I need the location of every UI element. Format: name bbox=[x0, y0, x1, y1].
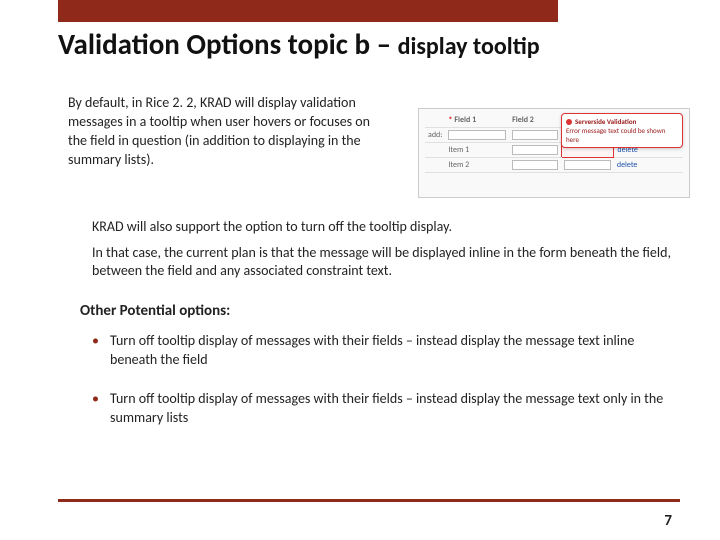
support-paragraph-2: In that case, the current plan is that t… bbox=[92, 244, 672, 280]
table-row-item2: Item 2 delete bbox=[425, 158, 683, 173]
validation-tooltip: Serverside Validation Error message text… bbox=[561, 113, 683, 148]
title-main: Validation Options topic b – bbox=[58, 26, 398, 62]
page-number: 7 bbox=[664, 512, 672, 530]
tooltip-title: Serverside Validation bbox=[575, 117, 636, 126]
options-heading: Other Potential options: bbox=[80, 302, 230, 320]
option-bullet-2: Turn off tooltip display of messages wit… bbox=[92, 390, 670, 428]
option-bullet-1: Turn off tooltip display of messages wit… bbox=[92, 332, 670, 370]
header-accent-bar bbox=[58, 0, 558, 22]
action-delete-2: delete bbox=[614, 158, 683, 173]
col-field2: Field 2 bbox=[509, 113, 561, 128]
tooltip-illustration: Field 1 Field 2 Field 3 Actions add: add… bbox=[418, 108, 690, 198]
footer-rule bbox=[58, 499, 680, 502]
col-field1: Field 1 bbox=[445, 113, 509, 128]
error-dot-icon bbox=[566, 119, 572, 125]
row-label-add: add: bbox=[425, 128, 445, 143]
intro-paragraph: By default, in Rice 2. 2, KRAD will disp… bbox=[68, 94, 386, 170]
cell-item1: Item 1 bbox=[445, 143, 509, 158]
tooltip-message: Error message text could be shown here bbox=[566, 126, 665, 144]
slide-title: Validation Options topic b – display too… bbox=[58, 26, 690, 62]
cell-item2: Item 2 bbox=[445, 158, 509, 173]
options-list: Turn off tooltip display of messages wit… bbox=[92, 332, 670, 448]
support-paragraph-1: KRAD will also support the option to tur… bbox=[92, 218, 672, 236]
title-subtopic: display tooltip bbox=[398, 32, 540, 61]
